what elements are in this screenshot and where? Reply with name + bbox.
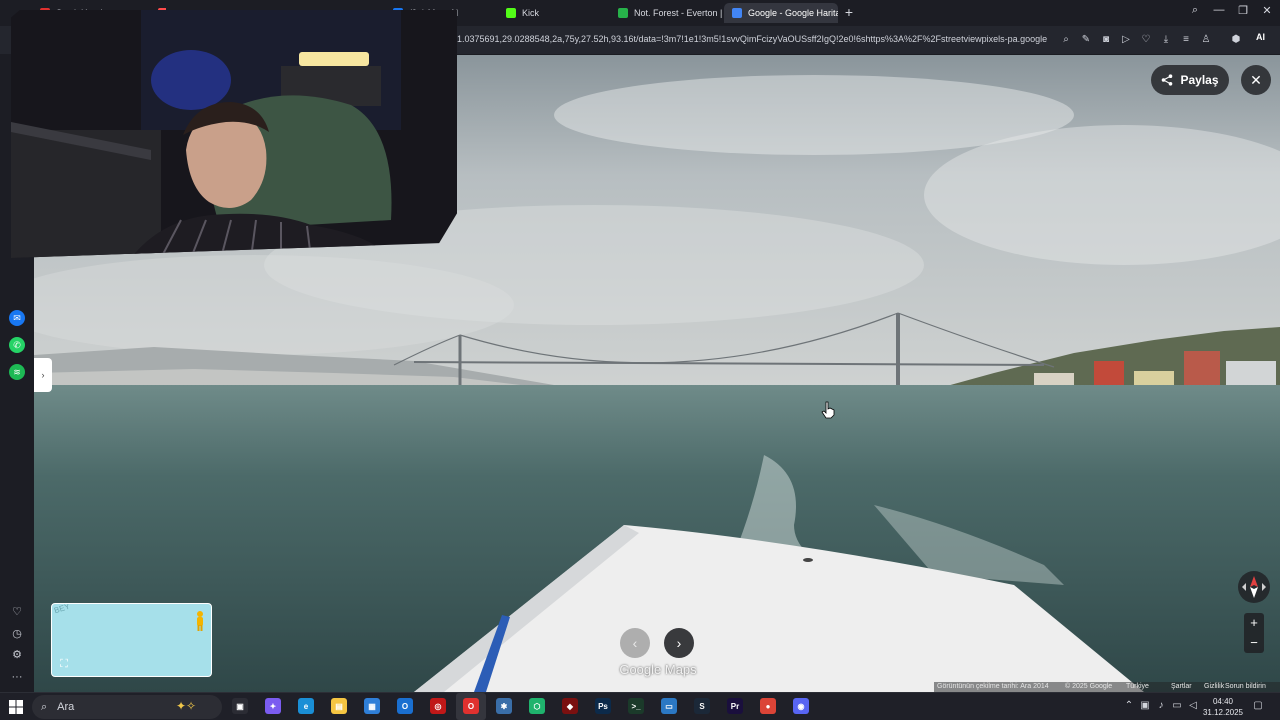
history-icon[interactable]: ◷ [10,627,24,641]
map-footer: Görüntünün çekilme tarihi: Ara 2014 © 20… [934,682,1280,692]
download-icon[interactable]: ⤓ [1159,33,1173,47]
app-red-icon[interactable]: ◎ [430,698,446,714]
tab-label: Not. Forest - Everton | İdd [634,8,722,18]
steam-icon[interactable]: S [694,698,710,714]
zoom-in-button[interactable]: + [1244,613,1264,633]
webcam-overlay [11,10,457,258]
compass-icon[interactable] [1238,571,1270,603]
windows-start-icon[interactable] [9,700,23,714]
edit-icon[interactable]: ✎ [1079,33,1093,47]
previous-button[interactable]: ‹ [620,628,650,658]
spotify-icon[interactable]: ≋ [9,364,25,380]
app-blue-icon[interactable]: ✱ [496,698,512,714]
tab-label: Google - Google Haritalar [748,8,838,18]
share-icon [1162,74,1173,86]
tab-kick[interactable]: Kick [498,3,598,23]
task-view-icon[interactable]: ▣ [232,698,248,714]
app-window-icon[interactable]: ▭ [661,698,677,714]
country-link[interactable]: Türkiye [1126,683,1149,690]
copyright: © 2025 Google [1065,683,1113,690]
outlook-icon[interactable]: O [397,698,413,714]
whatsapp-icon[interactable]: ✆ [9,337,25,353]
google-maps-logo: Google Maps [619,662,697,677]
pegman-icon [197,611,203,631]
menu-icon[interactable]: ≡ [1179,33,1193,47]
minimize-button[interactable]: — [1211,4,1227,16]
hand-cursor-icon [821,401,835,419]
maximize-button[interactable]: ❐ [1235,4,1251,17]
camera-icon[interactable]: ◙ [1099,33,1113,47]
premiere-icon[interactable]: Pr [727,698,743,714]
tab-label: Kick [522,8,540,18]
compass-needle-icon [1242,576,1266,598]
kick-icon [506,8,516,18]
messenger-icon[interactable]: ✉ [9,310,25,326]
google-maps-icon [732,8,742,18]
heart-icon[interactable]: ♡ [1139,33,1153,47]
settings-icon[interactable]: ⚙ [10,648,24,662]
notification-icon[interactable]: ▢ [1252,700,1264,712]
new-tab-button[interactable]: + [842,5,856,19]
report-problem-link[interactable]: Sorun bildirin [1225,683,1266,690]
windows-taskbar: ⌕ Ara ✦✧ ▣ ✦ e ▤ ▦ O ◎ O ✱ ⬡ ◆ Ps >_ ▭ S Pr ● ◉ ⌃ ▣ ♪ ▭ ◁… [0,692,1280,720]
microphone-icon[interactable]: ♪ [1155,700,1167,712]
chrome-icon[interactable]: ● [760,698,776,714]
store-icon[interactable]: ▦ [364,698,380,714]
extension-icon[interactable]: ⬢ [1229,33,1243,47]
terms-link[interactable]: Şartlar [1171,683,1192,690]
profile-icon[interactable]: ♙ [1199,33,1213,47]
app-green-icon[interactable]: ⬡ [529,698,545,714]
copilot-icon[interactable]: ✦ [265,698,281,714]
play-icon[interactable]: ▷ [1119,33,1133,47]
minimap-label: BEY [53,603,72,616]
edge-icon[interactable]: e [298,698,314,714]
deck-fitting [803,558,813,562]
url-field[interactable]: 41.0375691,29.0288548,2a,75y,27.52h,93.1… [452,34,1047,44]
network-icon[interactable]: ▭ [1171,700,1183,712]
tray-app-icon[interactable]: ▣ [1139,700,1151,712]
minimap[interactable]: BEY ⛶ [51,603,212,677]
privacy-link[interactable]: Gizlilik [1204,683,1224,690]
house [1184,351,1220,385]
terminal-icon[interactable]: >_ [628,698,644,714]
share-button[interactable]: Paylaş [1151,65,1229,95]
clock-date: 31.12.2025 [1202,708,1244,717]
tab-favicon [618,8,628,18]
search-tabs-icon[interactable]: ⌕ [1187,4,1203,17]
opera-icon[interactable]: O [463,698,479,714]
sparkle-icon: ✦✧ [176,699,197,713]
tab-google-maps[interactable]: Google - Google Haritalar [724,3,838,23]
heart-icon[interactable]: ♡ [10,605,24,619]
search-icon: ⌕ [41,700,48,713]
more-icon[interactable]: ··· [10,670,24,684]
search-placeholder: Ara [57,701,75,713]
close-window-button[interactable]: ✕ [1259,4,1275,17]
clock-time: 04:40 [1212,697,1234,706]
zoom-out-button[interactable]: − [1244,633,1264,653]
screen: O ⌂ ✉ ✆ ≋ ♡ ◷ ⚙ ··· Stack Hood... (9+) M… [0,0,1280,720]
search-icon[interactable]: ⌕ [1059,33,1073,47]
fullscreen-icon[interactable]: ⛶ [56,656,72,672]
chevron-up-icon[interactable]: ⌃ [1123,700,1135,712]
close-street-view-button[interactable]: ✕ [1241,65,1271,95]
volume-icon[interactable]: ◁ [1187,700,1199,712]
app-dark-red-icon[interactable]: ◆ [562,698,578,714]
taskbar-search[interactable]: ⌕ Ara ✦✧ [32,695,222,719]
expand-panel-button[interactable]: › [34,358,52,392]
discord-icon[interactable]: ◉ [793,698,809,714]
share-label: Paylaş [1180,73,1219,87]
capture-date: Görüntünün çekilme tarihi: Ara 2014 [937,683,1049,690]
webcam-feed [11,10,457,258]
ai-button[interactable]: AI [1256,32,1265,42]
next-button[interactable]: › [664,628,694,658]
file-explorer-icon[interactable]: ▤ [331,698,347,714]
system-clock[interactable]: 04:40 31.12.2025 [1200,696,1246,718]
zoom-control: + − [1244,613,1264,653]
photoshop-icon[interactable]: Ps [595,698,611,714]
tab-forest-everton[interactable]: Not. Forest - Everton | İdd [610,3,722,23]
